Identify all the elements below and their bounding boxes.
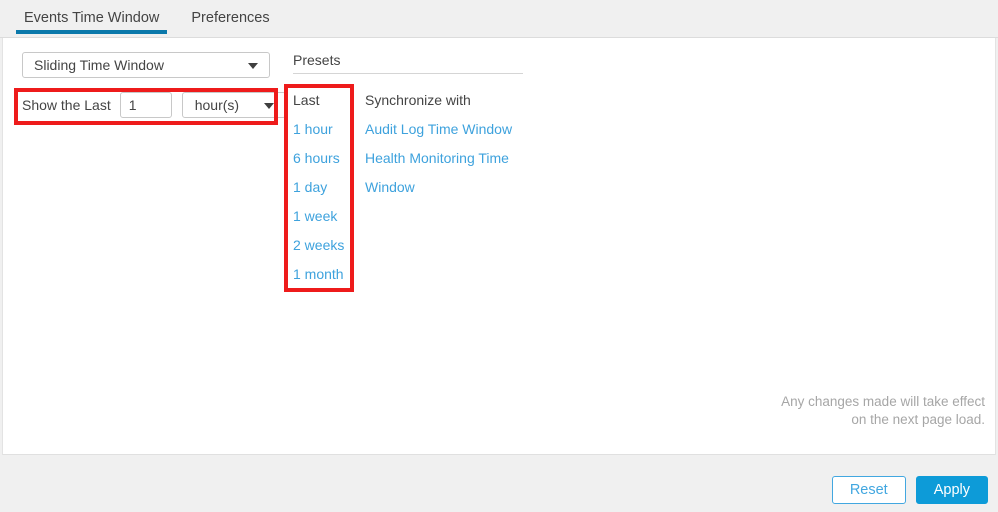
show-last-unit-value: hour(s)	[194, 97, 240, 113]
preset-link-1-month[interactable]: 1 month	[293, 260, 365, 289]
tab-inactive-underline	[183, 30, 277, 34]
presets-divider	[293, 73, 523, 74]
presets-section: Presets Last 1 hour 6 hours 1 day 1 week…	[293, 52, 533, 289]
tab-bar: Events Time Window Preferences	[0, 0, 998, 38]
presets-columns: Last 1 hour 6 hours 1 day 1 week 2 weeks…	[293, 86, 533, 289]
preset-link-1-day[interactable]: 1 day	[293, 173, 365, 202]
show-last-label: Show the Last	[22, 97, 111, 113]
presets-title: Presets	[293, 52, 341, 68]
chevron-down-icon	[263, 103, 274, 109]
tab-events-time-window-label: Events Time Window	[24, 10, 160, 26]
show-last-row: Show the Last hour(s)	[22, 92, 286, 118]
tab-events-time-window[interactable]: Events Time Window	[8, 0, 175, 38]
show-last-amount-input[interactable]	[119, 92, 172, 118]
changes-note-line-1: Any changes made will take effect	[781, 394, 985, 409]
sync-link-audit-log-time-window[interactable]: Audit Log Time Window	[365, 115, 533, 144]
presets-last-column: Last 1 hour 6 hours 1 day 1 week 2 weeks…	[293, 86, 365, 289]
content-panel: Sliding Time Window Show the Last hour(s…	[2, 38, 996, 455]
tab-active-underline	[16, 30, 168, 34]
window-mode-select-value: Sliding Time Window	[34, 57, 164, 73]
window-mode-select[interactable]: Sliding Time Window	[22, 52, 270, 78]
footer-actions: Reset Apply	[831, 476, 988, 504]
tab-preferences-label: Preferences	[191, 10, 270, 26]
reset-button[interactable]: Reset	[831, 476, 906, 504]
presets-sync-heading: Synchronize with	[365, 92, 471, 108]
changes-note: Any changes made will take effect on the…	[685, 393, 985, 429]
preset-link-1-week[interactable]: 1 week	[293, 202, 365, 231]
presets-sync-column: Synchronize with Audit Log Time Window H…	[365, 86, 533, 289]
chevron-down-icon	[248, 63, 258, 69]
show-last-unit-select[interactable]: hour(s)	[181, 92, 286, 118]
preset-link-2-weeks[interactable]: 2 weeks	[293, 231, 365, 260]
apply-button[interactable]: Apply	[915, 476, 988, 504]
time-window-settings: Sliding Time Window Show the Last hour(s…	[22, 52, 286, 118]
footer-bar: Reset Apply	[0, 456, 998, 512]
changes-note-line-2: on the next page load.	[851, 412, 985, 427]
sync-link-health-monitoring-time-window[interactable]: Health Monitoring Time Window	[365, 144, 533, 202]
preset-link-6-hours[interactable]: 6 hours	[293, 144, 365, 173]
preset-link-1-hour[interactable]: 1 hour	[293, 115, 365, 144]
tab-preferences[interactable]: Preferences	[175, 0, 285, 38]
tab-list: Events Time Window Preferences	[0, 0, 998, 38]
presets-last-heading: Last	[293, 92, 320, 108]
